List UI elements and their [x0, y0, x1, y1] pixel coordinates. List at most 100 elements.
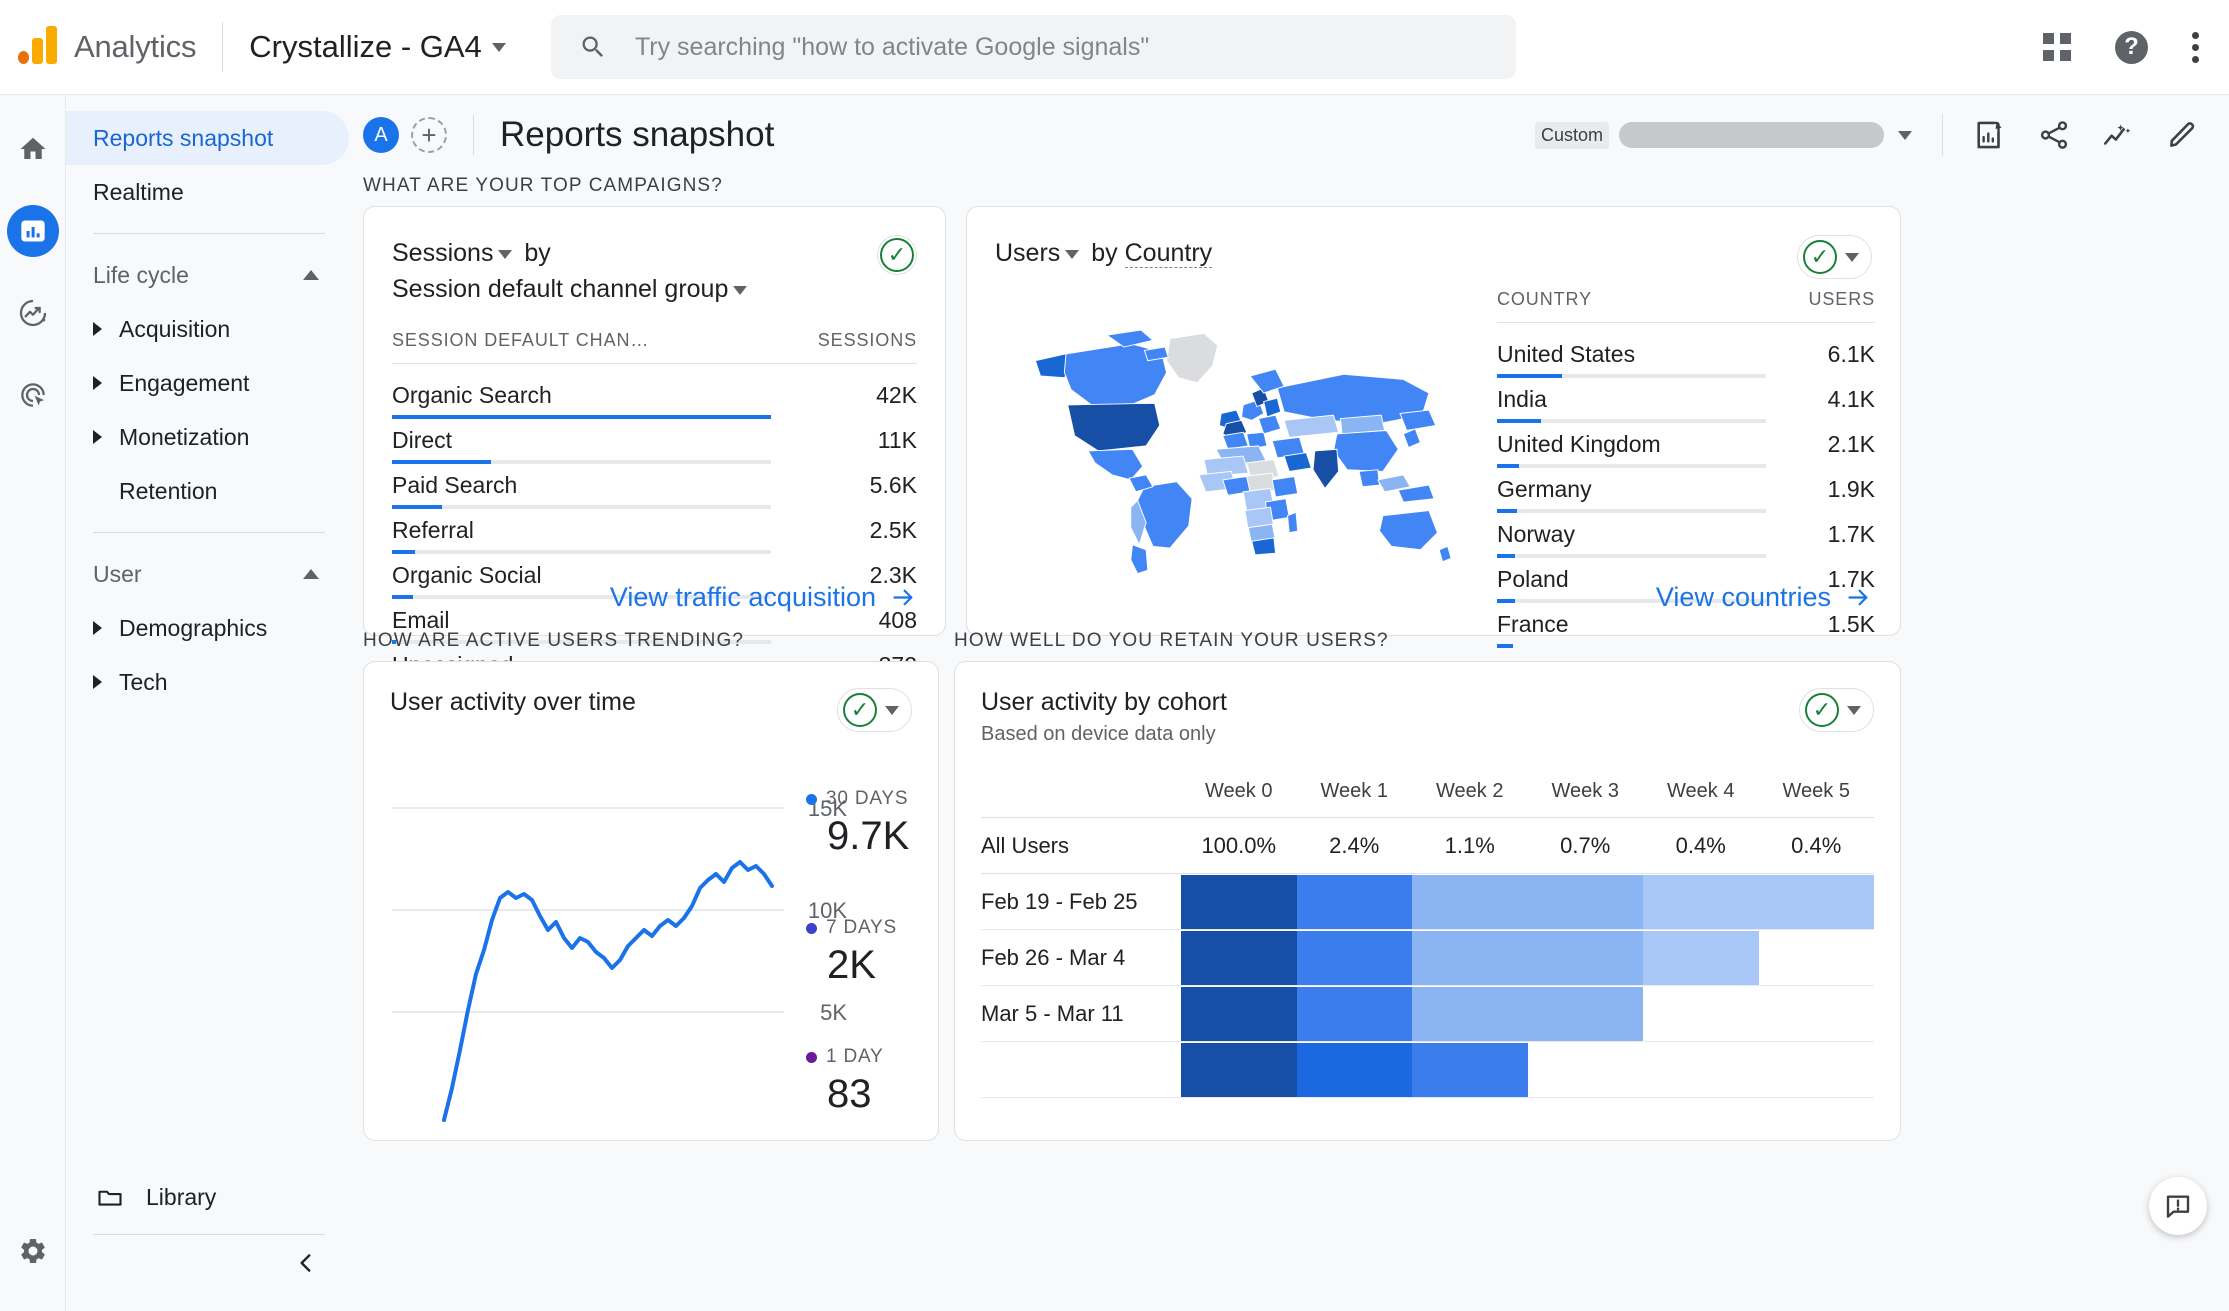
date-range-label: Custom — [1535, 122, 1609, 149]
sidebar-group-life-cycle[interactable]: Life cycle — [66, 248, 349, 302]
sidebar-item-realtime[interactable]: Realtime — [66, 165, 349, 219]
col-dimension: COUNTRY — [1497, 289, 1766, 323]
cohort-row[interactable]: Feb 19 - Feb 25 — [981, 874, 1874, 930]
sidebar-item-label: Acquisition — [119, 316, 230, 343]
check-circle-icon: ✓ — [1803, 240, 1837, 274]
heat-cell-empty — [1528, 1043, 1644, 1097]
sidebar-item-retention[interactable]: Retention — [66, 464, 349, 518]
heat-cell — [1643, 931, 1759, 985]
legend-item-30-days[interactable]: 30 DAYS 9.7K — [806, 788, 909, 859]
pencil-icon — [2165, 118, 2199, 152]
legend-item-7-days[interactable]: 7 DAYS 2K — [806, 917, 909, 988]
metric-selector[interactable]: Sessions — [392, 239, 517, 267]
heat-cell — [1181, 931, 1297, 985]
date-range-selector[interactable]: Custom — [1535, 122, 1912, 149]
data-quality-badge[interactable]: ✓ — [1799, 688, 1874, 732]
cohort-table: Week 0 Week 1 Week 2 Week 3 Week 4 Week … — [981, 766, 1874, 1098]
table-row[interactable]: United Kingdom2.1K — [1497, 413, 1875, 458]
insights-icon[interactable] — [1973, 118, 2007, 152]
share-nodes-icon — [2037, 118, 2071, 152]
heat-cell-empty — [1643, 1043, 1759, 1097]
collapse-sidebar-button[interactable] — [293, 1250, 319, 1281]
table-row[interactable]: Organic Search42K — [392, 363, 917, 409]
view-traffic-acquisition-link[interactable]: View traffic acquisition — [610, 582, 917, 613]
compare-icon[interactable] — [2101, 118, 2135, 152]
card-subtitle: Based on device data only — [981, 723, 1227, 746]
chevron-down-icon — [1845, 253, 1859, 262]
data-quality-badge[interactable]: ✓ — [877, 235, 917, 275]
sidebar-item-library[interactable]: Library — [66, 1170, 349, 1224]
brand-divider — [222, 22, 223, 72]
sidebar-item-acquisition[interactable]: Acquisition — [66, 302, 349, 356]
explore-trend-icon — [17, 297, 49, 329]
sidebar-group-user[interactable]: User — [66, 547, 349, 601]
table-row[interactable]: United States6.1K — [1497, 323, 1875, 369]
property-selector[interactable]: Crystallize - GA4 — [249, 29, 506, 65]
cohort-col-week-2: Week 2 — [1412, 766, 1528, 818]
top-bar-actions: ? — [2043, 31, 2199, 64]
check-circle-icon: ✓ — [1805, 693, 1839, 727]
share-icon[interactable] — [2037, 118, 2071, 152]
sidebar-item-reports-snapshot[interactable]: Reports snapshot — [66, 111, 349, 165]
rail-item-explore[interactable] — [7, 287, 59, 339]
heat-cell — [1412, 1043, 1528, 1097]
add-comparison-button[interactable]: + — [411, 117, 447, 153]
legend-item-1-day[interactable]: 1 DAY 83 — [806, 1046, 909, 1117]
arrow-right-icon — [890, 584, 917, 611]
rail-item-reports[interactable] — [7, 205, 59, 257]
world-map[interactable] — [1003, 295, 1463, 595]
table-row[interactable]: India4.1K — [1497, 368, 1875, 413]
heat-cell — [1643, 875, 1759, 929]
brand-name: Analytics — [74, 29, 196, 65]
cohort-row[interactable]: Feb 26 - Mar 4 — [981, 930, 1874, 986]
sidebar-divider — [93, 532, 325, 533]
table-row[interactable]: Referral2.5K — [392, 499, 917, 544]
table-row[interactable]: Norway1.7K — [1497, 503, 1875, 548]
cohort-row[interactable] — [981, 1042, 1874, 1098]
sidebar-item-monetization[interactable]: Monetization — [66, 410, 349, 464]
apps-grid-icon[interactable] — [2043, 33, 2071, 61]
sidebar-item-tech[interactable]: Tech — [66, 655, 349, 709]
sidebar-item-demographics[interactable]: Demographics — [66, 601, 349, 655]
cohort-col-week-3: Week 3 — [1528, 766, 1644, 818]
cohort-value: 1.1% — [1412, 818, 1528, 874]
main-content: A + Reports snapshot Custom — [349, 95, 2229, 1311]
sidebar-item-engagement[interactable]: Engagement — [66, 356, 349, 410]
table-row[interactable]: Germany1.9K — [1497, 458, 1875, 503]
table-row[interactable]: Paid Search5.6K — [392, 454, 917, 499]
section-label-trending: HOW ARE ACTIVE USERS TRENDING? — [363, 630, 744, 652]
dimension-selector[interactable]: Country — [1125, 239, 1213, 268]
cohort-value: 0.4% — [1759, 818, 1875, 874]
folder-icon — [96, 1183, 124, 1211]
dimension-selector[interactable]: Session default channel group — [392, 275, 752, 303]
legend-dot-icon — [806, 794, 817, 805]
chevron-right-icon — [93, 621, 102, 635]
world-map-svg — [1003, 295, 1463, 595]
edit-pencil-icon[interactable] — [2165, 118, 2199, 152]
heat-cell — [1412, 987, 1528, 1041]
rail-item-admin[interactable] — [7, 1225, 59, 1277]
table-row[interactable]: Direct11K — [392, 409, 917, 454]
sidebar-item-label: Retention — [119, 478, 217, 505]
search-input[interactable] — [635, 33, 1488, 62]
rail-item-advertising[interactable] — [7, 369, 59, 421]
cohort-row[interactable]: Mar 5 - Mar 11 — [981, 986, 1874, 1042]
rail-item-home[interactable] — [7, 123, 59, 175]
help-icon[interactable]: ? — [2115, 31, 2148, 64]
search-icon — [579, 32, 607, 62]
card-users-by-country: Users by Country ✓ — [966, 206, 1901, 636]
metric-selector[interactable]: Users — [995, 239, 1084, 267]
view-countries-link[interactable]: View countries — [1656, 582, 1872, 613]
cohort-row-label: Feb 19 - Feb 25 — [981, 874, 1181, 930]
cohort-row-label — [981, 1042, 1181, 1098]
legend-label: 1 DAY — [826, 1046, 884, 1068]
chevron-left-icon — [293, 1250, 319, 1276]
send-feedback-button[interactable] — [2149, 1177, 2207, 1235]
data-quality-badge[interactable]: ✓ — [837, 688, 912, 732]
heat-cell — [1181, 987, 1297, 1041]
search-bar[interactable] — [551, 15, 1516, 79]
more-vert-icon[interactable] — [2192, 32, 2199, 63]
data-quality-badge[interactable]: ✓ — [1797, 235, 1872, 279]
card-title: User activity over time — [390, 688, 636, 717]
report-header-actions: Custom — [1535, 114, 2199, 156]
